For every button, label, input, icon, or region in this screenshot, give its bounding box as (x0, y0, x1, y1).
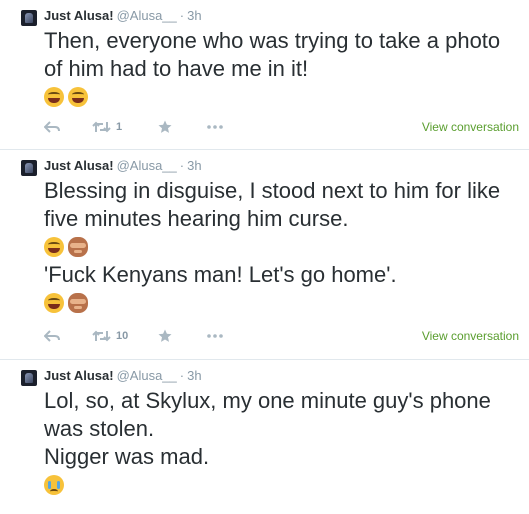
separator: · (179, 368, 185, 383)
face-with-tears-of-joy-icon (68, 87, 88, 107)
view-conversation-link[interactable]: View conversation (422, 117, 519, 137)
tweet-text: Lol, so, at Skylux, my one minute guy's … (44, 387, 523, 499)
reply-icon (44, 330, 60, 342)
reply-button[interactable] (44, 117, 60, 137)
see-no-evil-monkey-icon (68, 293, 88, 313)
tweet-header: Just Alusa! @Alusa__ · 3h (44, 7, 202, 25)
tweet-header: Just Alusa! @Alusa__ · 3h (44, 157, 202, 175)
favorite-button[interactable] (158, 117, 172, 137)
emoji-line (44, 471, 523, 499)
display-name[interactable]: Just Alusa! (44, 158, 114, 173)
reply-button[interactable] (44, 326, 60, 346)
tweet-text-line: 'Fuck Kenyans man! Let's go home'. (44, 262, 397, 287)
crying-face-icon (44, 475, 64, 495)
emoji-line (44, 83, 523, 111)
user-handle[interactable]: @Alusa__ (117, 8, 177, 23)
avatar[interactable] (21, 370, 37, 386)
separator: · (179, 158, 185, 173)
face-with-tears-of-joy-icon (44, 87, 64, 107)
face-with-tears-of-joy-icon (44, 237, 64, 257)
avatar[interactable] (21, 10, 37, 26)
star-icon (158, 120, 172, 133)
more-options-button[interactable] (207, 326, 223, 346)
retweet-count: 10 (116, 330, 129, 342)
timestamp[interactable]: 3h (187, 368, 201, 383)
more-icon (207, 125, 223, 129)
tweet-header: Just Alusa! @Alusa__ · 3h (44, 367, 202, 385)
retweet-icon (92, 121, 111, 133)
more-options-button[interactable] (207, 117, 223, 137)
timestamp[interactable]: 3h (187, 8, 201, 23)
view-conversation-link[interactable]: View conversation (422, 326, 519, 346)
retweet-button[interactable]: 10 (92, 326, 128, 346)
retweet-button[interactable]: 1 (92, 117, 122, 137)
tweet-text: Then, everyone who was trying to take a … (44, 27, 523, 111)
display-name[interactable]: Just Alusa! (44, 8, 114, 23)
tweet[interactable]: Just Alusa! @Alusa__ · 3h Then, everyone wh… (0, 0, 529, 150)
avatar[interactable] (21, 160, 37, 176)
tweet-actions: 1 View conversation (44, 117, 519, 137)
see-no-evil-monkey-icon (68, 237, 88, 257)
tweet-text-line: Nigger was mad. (44, 444, 210, 469)
more-icon (207, 334, 223, 338)
retweet-icon (92, 330, 111, 342)
separator: · (179, 8, 185, 23)
star-icon (158, 329, 172, 342)
tweet[interactable]: Just Alusa! @Alusa__ · 3h Lol, so, at Skylu… (0, 360, 529, 514)
user-handle[interactable]: @Alusa__ (117, 158, 177, 173)
tweet-text-line: Blessing in disguise, I stood next to hi… (44, 178, 501, 231)
reply-icon (44, 121, 60, 133)
display-name[interactable]: Just Alusa! (44, 368, 114, 383)
user-handle[interactable]: @Alusa__ (117, 368, 177, 383)
face-with-tears-of-joy-icon (44, 293, 64, 313)
favorite-button[interactable] (158, 326, 172, 346)
tweet-text-line: Then, everyone who was trying to take a … (44, 28, 501, 81)
emoji-line (44, 233, 523, 261)
tweet[interactable]: Just Alusa! @Alusa__ · 3h Blessing in disgu… (0, 150, 529, 360)
tweet-text-line: Lol, so, at Skylux, my one minute guy's … (44, 388, 491, 441)
timestamp[interactable]: 3h (187, 158, 201, 173)
tweet-text: Blessing in disguise, I stood next to hi… (44, 177, 523, 317)
tweet-actions: 10 View conversation (44, 326, 519, 346)
retweet-count: 1 (116, 121, 123, 133)
emoji-line (44, 289, 523, 317)
